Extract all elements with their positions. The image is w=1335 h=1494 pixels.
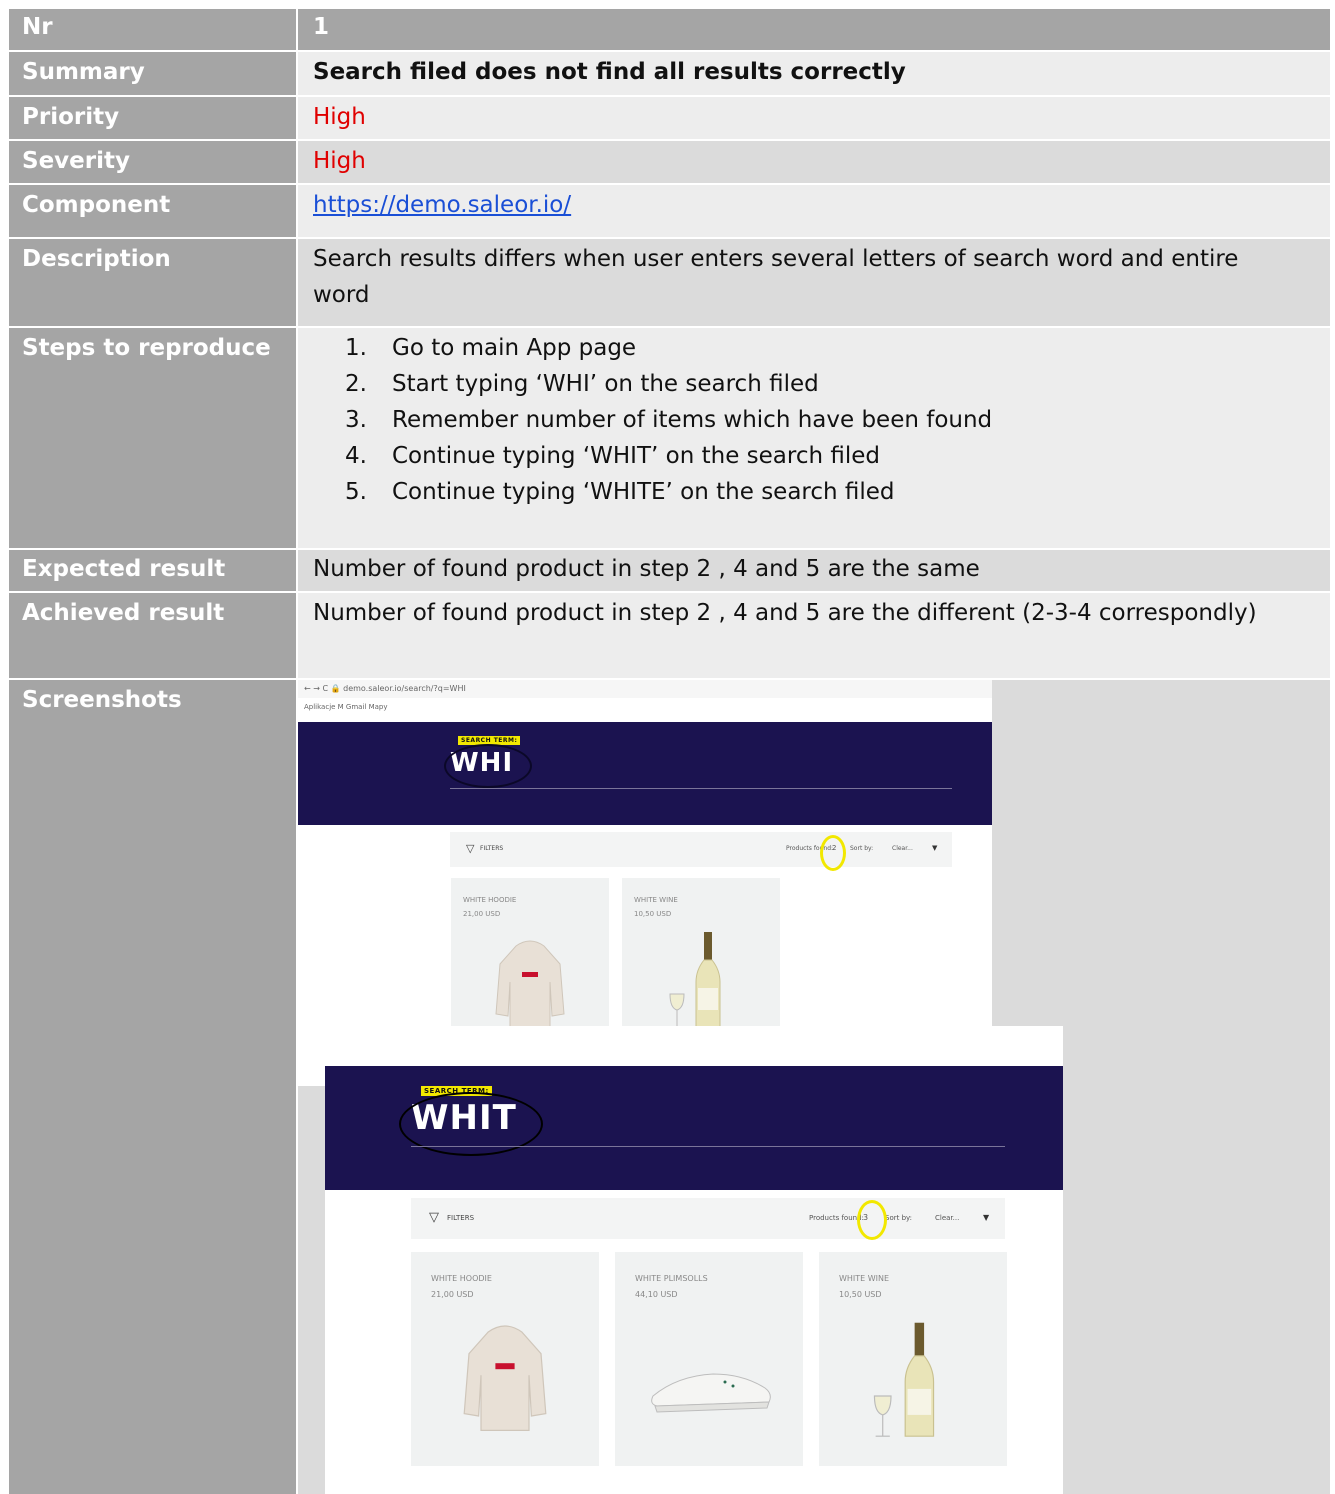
product-card[interactable]: WHITE WINE 10,50 USD — [819, 1252, 1007, 1466]
sort-select[interactable]: Clear... — [892, 845, 913, 852]
severity-label: Severity — [9, 141, 296, 183]
scribble-circle — [444, 744, 532, 788]
component-label: Component — [9, 185, 296, 237]
steps-list: 1. Go to main App page 2. Start typing ‘WH… — [313, 330, 1300, 510]
step-text: Go to main App page — [392, 335, 637, 361]
step-text: Start typing ‘WHI’ on the search filed — [392, 371, 819, 397]
browser-address-bar: ← → C 🔒 demo.saleor.io/search/?q=WHI — [298, 680, 992, 698]
step-text: Remember number of items which have been… — [392, 407, 993, 433]
severity-value: High — [298, 141, 1330, 183]
product-card[interactable]: WHITE PLIMSOLLS 44,10 USD — [615, 1252, 803, 1466]
product-name: WHITE HOODIE — [463, 896, 517, 904]
priority-label: Priority — [9, 97, 296, 139]
filters-label[interactable]: FILTERS — [447, 1214, 474, 1222]
sort-label: Sort by: — [850, 845, 874, 852]
achieved-value: Number of found product in step 2 , 4 an… — [298, 593, 1330, 678]
screenshot-whit: SEARCH TERM: WHIT ▽ FILTERS Products fou… — [325, 1026, 1063, 1494]
row-priority: Priority High — [9, 97, 1330, 141]
hoodie-image — [495, 940, 565, 1029]
row-summary: Summary Search filed does not find all r… — [9, 52, 1330, 97]
expected-label: Expected result — [9, 550, 296, 591]
step-number: 2. — [345, 371, 367, 397]
summary-label: Summary — [9, 52, 296, 95]
product-price: 21,00 USD — [463, 910, 501, 918]
nr-label: Nr — [9, 9, 296, 50]
step-item: 4. Continue typing ‘WHIT’ on the search f… — [345, 438, 1300, 474]
search-hero: SEARCH TERM: WHIT — [325, 1066, 1063, 1190]
steps-value: 1. Go to main App page 2. Start typing ‘WH… — [298, 328, 1330, 548]
wine-bottle-image — [873, 1322, 935, 1437]
screenshots-label: Screenshots — [9, 680, 296, 1494]
product-name: WHITE WINE — [839, 1274, 890, 1283]
step-item: 3. Remember number of items which have be… — [345, 402, 1300, 438]
priority-value: High — [298, 97, 1330, 139]
chevron-down-icon[interactable]: ▼ — [983, 1213, 989, 1222]
filters-bar: ▽ FILTERS Products found: 2 Sort by: Cle… — [450, 832, 952, 867]
sort-select[interactable]: Clear... — [935, 1214, 959, 1222]
chevron-down-icon[interactable]: ▼ — [932, 844, 937, 852]
step-item: 2. Start typing ‘WHI’ on the search filed — [345, 366, 1300, 402]
search-underline — [450, 788, 952, 789]
product-price: 10,50 USD — [634, 910, 672, 918]
filters-label[interactable]: FILTERS — [480, 845, 503, 852]
step-item: 5. Continue typing ‘WHITE’ on the search … — [345, 474, 1300, 510]
product-name: WHITE WINE — [634, 896, 678, 904]
products-found-label: Products found: — [809, 1214, 864, 1222]
component-link[interactable]: https://demo.saleor.io/ — [313, 192, 571, 218]
search-hero: SEARCH TERM: WHI — [298, 722, 992, 825]
step-number: 5. — [345, 479, 367, 505]
row-component: Component https://demo.saleor.io/ — [9, 185, 1330, 239]
step-item: 1. Go to main App page — [345, 330, 1300, 366]
sort-label: Sort by: — [885, 1214, 913, 1222]
steps-label: Steps to reproduce — [9, 328, 296, 548]
summary-value: Search filed does not find all results c… — [298, 52, 1330, 95]
product-card[interactable]: WHITE HOODIE 21,00 USD — [411, 1252, 599, 1466]
highlight-circle — [820, 835, 846, 871]
filter-icon[interactable]: ▽ — [429, 1210, 439, 1225]
hoodie-image — [463, 1325, 547, 1431]
step-text: Continue typing ‘WHITE’ on the search fi… — [392, 479, 895, 505]
filters-bar: ▽ FILTERS Products found: 3 Sort by: Cle… — [411, 1198, 1005, 1239]
product-price: 10,50 USD — [839, 1290, 882, 1299]
plimsoll-shoe-image — [651, 1373, 771, 1413]
row-severity: Severity High — [9, 141, 1330, 185]
achieved-label: Achieved result — [9, 593, 296, 678]
expected-value: Number of found product in step 2 , 4 an… — [298, 550, 1330, 591]
product-price: 21,00 USD — [431, 1290, 474, 1299]
row-expected: Expected result Number of found product … — [9, 550, 1330, 593]
step-number: 4. — [345, 443, 367, 469]
product-price: 44,10 USD — [635, 1290, 678, 1299]
bookmarks-bar: Aplikacje M Gmail Mapy — [298, 698, 992, 716]
description-label: Description — [9, 239, 296, 326]
row-description: Description Search results differs when … — [9, 239, 1330, 328]
product-name: WHITE PLIMSOLLS — [635, 1274, 708, 1283]
highlight-circle — [857, 1200, 887, 1240]
search-underline — [411, 1146, 1005, 1147]
row-achieved: Achieved result Number of found product … — [9, 593, 1330, 680]
step-number: 3. — [345, 407, 367, 433]
step-text: Continue typing ‘WHIT’ on the search fil… — [392, 443, 880, 469]
filter-icon[interactable]: ▽ — [466, 842, 474, 855]
description-value: Search results differs when user enters … — [298, 239, 1330, 326]
row-nr: Nr 1 — [9, 9, 1330, 52]
step-number: 1. — [345, 335, 367, 361]
nr-value: 1 — [298, 9, 1330, 50]
product-name: WHITE HOODIE — [431, 1274, 492, 1283]
component-value: https://demo.saleor.io/ — [298, 185, 1330, 237]
wine-bottle-image — [669, 932, 721, 1029]
row-steps: Steps to reproduce 1. Go to main App page… — [9, 328, 1330, 550]
browser-strip — [325, 1026, 1063, 1046]
